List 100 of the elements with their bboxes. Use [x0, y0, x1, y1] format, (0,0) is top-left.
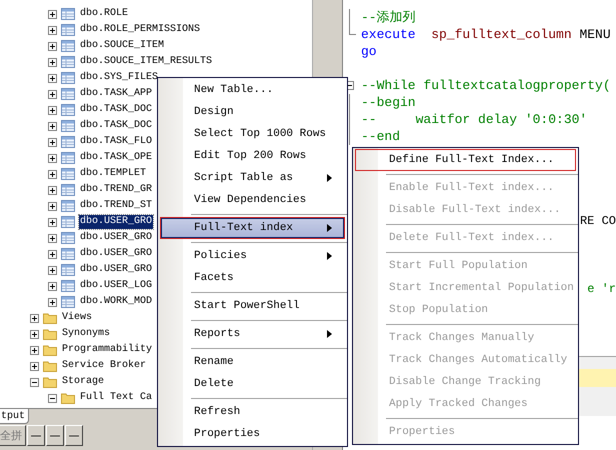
- code-line: RE CO: [580, 213, 616, 230]
- menu-item[interactable]: Define Full-Text Index...: [355, 149, 576, 171]
- expand-icon[interactable]: [30, 314, 39, 322]
- table-icon: [61, 56, 75, 68]
- table-icon: [61, 184, 75, 196]
- menu-item[interactable]: View Dependencies: [160, 189, 345, 211]
- menu-item[interactable]: Reports: [160, 323, 345, 345]
- tree-item[interactable]: dbo.TREND_GR: [79, 183, 154, 197]
- table-icon: [61, 8, 75, 20]
- folder-icon: [43, 312, 57, 324]
- expand-icon[interactable]: [48, 282, 57, 290]
- menu-item[interactable]: Start PowerShell: [160, 295, 345, 317]
- tree-item[interactable]: Service Broker: [61, 359, 148, 373]
- table-icon: [61, 168, 75, 180]
- tree-item[interactable]: dbo.TASK_DOC: [79, 119, 154, 133]
- tree-item[interactable]: Views: [61, 311, 94, 325]
- menu-item[interactable]: Policies: [160, 245, 345, 267]
- ime-button[interactable]: —: [65, 425, 83, 446]
- expand-icon[interactable]: [48, 202, 57, 210]
- expand-icon[interactable]: [48, 186, 57, 194]
- menu-item[interactable]: Full-Text index: [160, 217, 345, 239]
- expand-icon[interactable]: [48, 170, 57, 178]
- expand-icon[interactable]: [48, 106, 57, 114]
- tree-item[interactable]: dbo.TASK_DOC: [79, 103, 154, 117]
- table-icon: [61, 152, 75, 164]
- tree-item[interactable]: dbo.TEMPLET: [79, 167, 148, 181]
- menu-item[interactable]: Rename: [160, 351, 345, 373]
- expand-icon[interactable]: [48, 298, 57, 306]
- table-icon: [61, 72, 75, 84]
- tree-item[interactable]: dbo.ROLE_PERMISSIONS: [79, 23, 202, 37]
- table-icon: [61, 216, 75, 228]
- tree-item[interactable]: dbo.TASK_OPE: [79, 151, 154, 165]
- menu-item[interactable]: Select Top 1000 Rows: [160, 123, 345, 145]
- tree-item[interactable]: dbo.WORK_MOD: [79, 295, 154, 309]
- ime-button[interactable]: —: [27, 425, 45, 446]
- collapse-icon[interactable]: [48, 394, 57, 402]
- table-icon: [61, 136, 75, 148]
- expand-icon[interactable]: [48, 74, 57, 82]
- tree-item[interactable]: dbo.TREND_ST: [79, 199, 154, 213]
- output-tab[interactable]: tput: [0, 409, 30, 424]
- collapse-icon[interactable]: [30, 378, 39, 386]
- expand-icon[interactable]: [48, 42, 57, 50]
- tree-item[interactable]: dbo.SOUCE_ITEM_RESULTS: [79, 55, 214, 69]
- menu-item[interactable]: Properties: [160, 423, 345, 445]
- table-icon: [61, 280, 75, 292]
- menu-item[interactable]: Refresh: [160, 401, 345, 423]
- folder-icon: [43, 360, 57, 372]
- tree-item[interactable]: dbo.USER_GRO: [79, 215, 154, 229]
- menu-item[interactable]: Design: [160, 101, 345, 123]
- code-line: go: [361, 43, 377, 60]
- expand-icon[interactable]: [48, 58, 57, 66]
- folder-icon: [43, 376, 57, 388]
- code-line: --begin: [361, 94, 416, 111]
- expand-icon[interactable]: [48, 218, 57, 226]
- expand-icon[interactable]: [30, 346, 39, 354]
- tree-item[interactable]: Full Text Ca: [79, 391, 154, 405]
- tree-item[interactable]: Programmability: [61, 343, 154, 357]
- expand-icon[interactable]: [48, 266, 57, 274]
- tree-item[interactable]: dbo.ROLE: [79, 7, 130, 21]
- expand-icon[interactable]: [48, 154, 57, 162]
- table-icon: [61, 40, 75, 52]
- expand-icon[interactable]: [48, 122, 57, 130]
- expand-icon[interactable]: [48, 234, 57, 242]
- menu-item[interactable]: Script Table as: [160, 167, 345, 189]
- submenu-arrow-icon: [327, 174, 332, 182]
- menu-item[interactable]: Facets: [160, 267, 345, 289]
- table-icon: [61, 200, 75, 212]
- submenu-arrow-icon: [327, 252, 332, 260]
- expand-icon[interactable]: [30, 330, 39, 338]
- tree-item[interactable]: Storage: [61, 375, 106, 389]
- tree-item[interactable]: dbo.TASK_APP: [79, 87, 154, 101]
- code-line: --end: [361, 128, 400, 145]
- menu-item[interactable]: New Table...: [160, 79, 345, 101]
- menu-item[interactable]: Delete: [160, 373, 345, 395]
- code-line: execute sp_fulltext_column MENU: [361, 26, 611, 43]
- expand-icon[interactable]: [48, 138, 57, 146]
- ime-button[interactable]: —: [46, 425, 64, 446]
- folder-icon: [61, 392, 75, 404]
- expand-icon[interactable]: [48, 250, 57, 258]
- table-icon: [61, 248, 75, 260]
- tree-item[interactable]: Synonyms: [61, 327, 112, 341]
- tree-item[interactable]: dbo.USER_LOG: [79, 279, 154, 293]
- tree-item[interactable]: dbo.SYS_FILES: [79, 71, 160, 85]
- tree-item[interactable]: dbo.USER_GRO: [79, 263, 154, 277]
- tree-item[interactable]: dbo.SOUCE_ITEM: [79, 39, 166, 53]
- table-icon: [61, 104, 75, 116]
- menu-item[interactable]: Edit Top 200 Rows: [160, 145, 345, 167]
- folder-icon: [43, 344, 57, 356]
- table-icon: [61, 232, 75, 244]
- tree-item[interactable]: dbo.USER_GRO: [79, 231, 154, 245]
- expand-icon[interactable]: [48, 26, 57, 34]
- table-icon: [61, 88, 75, 100]
- table-icon: [61, 296, 75, 308]
- expand-icon[interactable]: [48, 10, 57, 18]
- submenu-arrow-icon: [327, 330, 332, 338]
- expand-icon[interactable]: [30, 362, 39, 370]
- tree-item[interactable]: dbo.USER_GRO: [79, 247, 154, 261]
- tree-item[interactable]: dbo.TASK_FLO: [79, 135, 154, 149]
- expand-icon[interactable]: [48, 90, 57, 98]
- table-icon: [61, 264, 75, 276]
